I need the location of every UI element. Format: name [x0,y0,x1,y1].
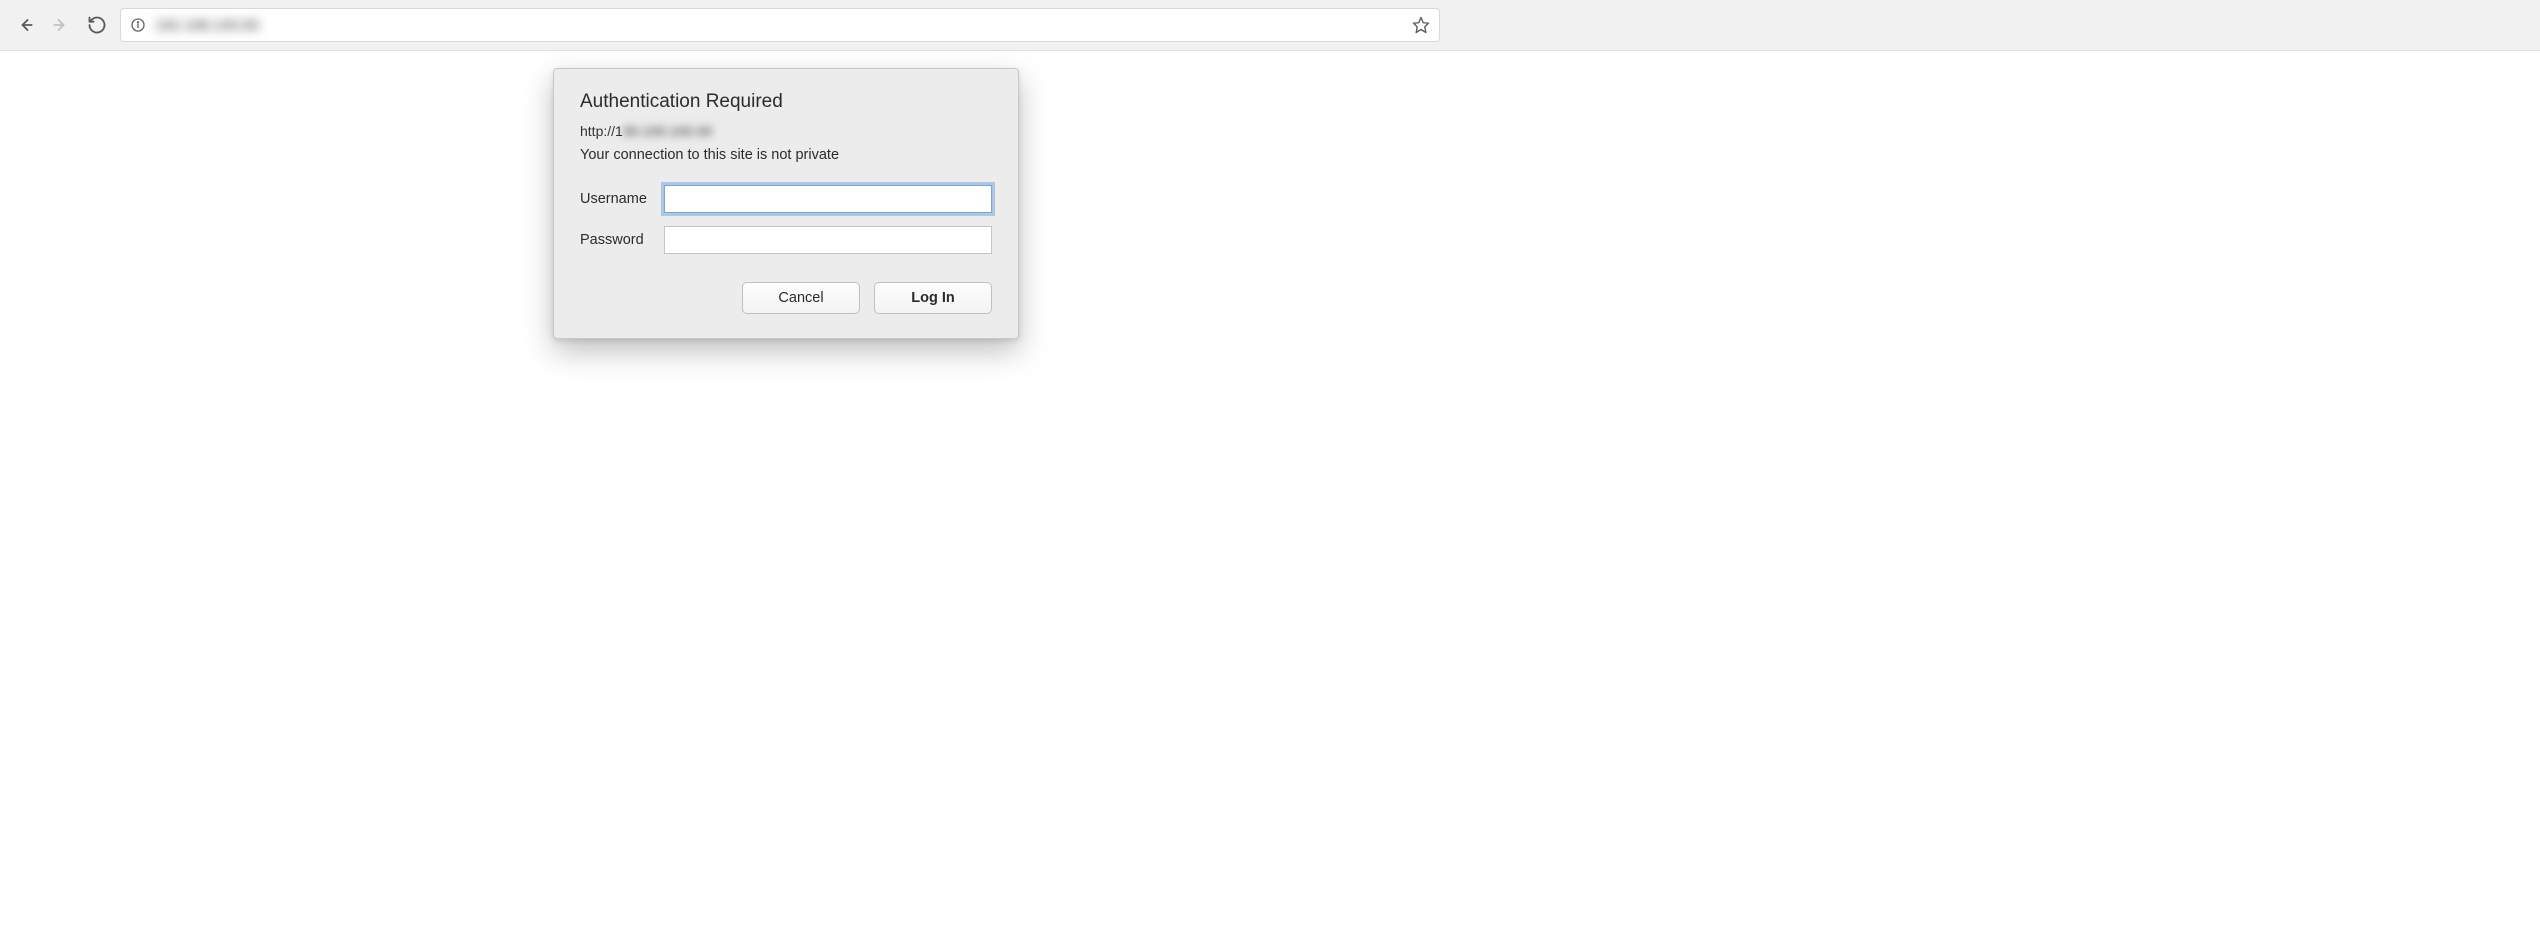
browser-toolbar: 192.168.100.83 [0,0,2540,51]
site-info-icon[interactable] [129,16,147,34]
cancel-button[interactable]: Cancel [742,282,860,314]
bookmark-star-icon[interactable] [1411,15,1431,35]
password-input[interactable] [664,226,992,254]
navigation-buttons [10,14,108,36]
dialog-button-row: Cancel Log In [580,282,992,314]
password-label: Password [580,232,652,248]
login-button[interactable]: Log In [874,282,992,314]
username-row: Username [580,185,992,213]
dialog-origin-url: http://100.100.100.00 [580,123,712,139]
dialog-url-prefix: http://1 [580,123,623,139]
forward-button[interactable] [50,14,72,36]
page-content: Authentication Required http://100.100.1… [0,51,2540,950]
auth-dialog: Authentication Required http://100.100.1… [553,68,1019,339]
reload-button[interactable] [86,14,108,36]
back-button[interactable] [14,14,36,36]
password-row: Password [580,226,992,254]
username-label: Username [580,191,652,207]
username-input[interactable] [664,185,992,213]
url-text[interactable]: 192.168.100.83 [155,17,1403,34]
dialog-warning-text: Your connection to this site is not priv… [580,147,992,163]
dialog-title: Authentication Required [580,91,992,113]
dialog-url-obscured: 00.100.100.00 [623,123,713,139]
address-bar[interactable]: 192.168.100.83 [120,8,1440,42]
